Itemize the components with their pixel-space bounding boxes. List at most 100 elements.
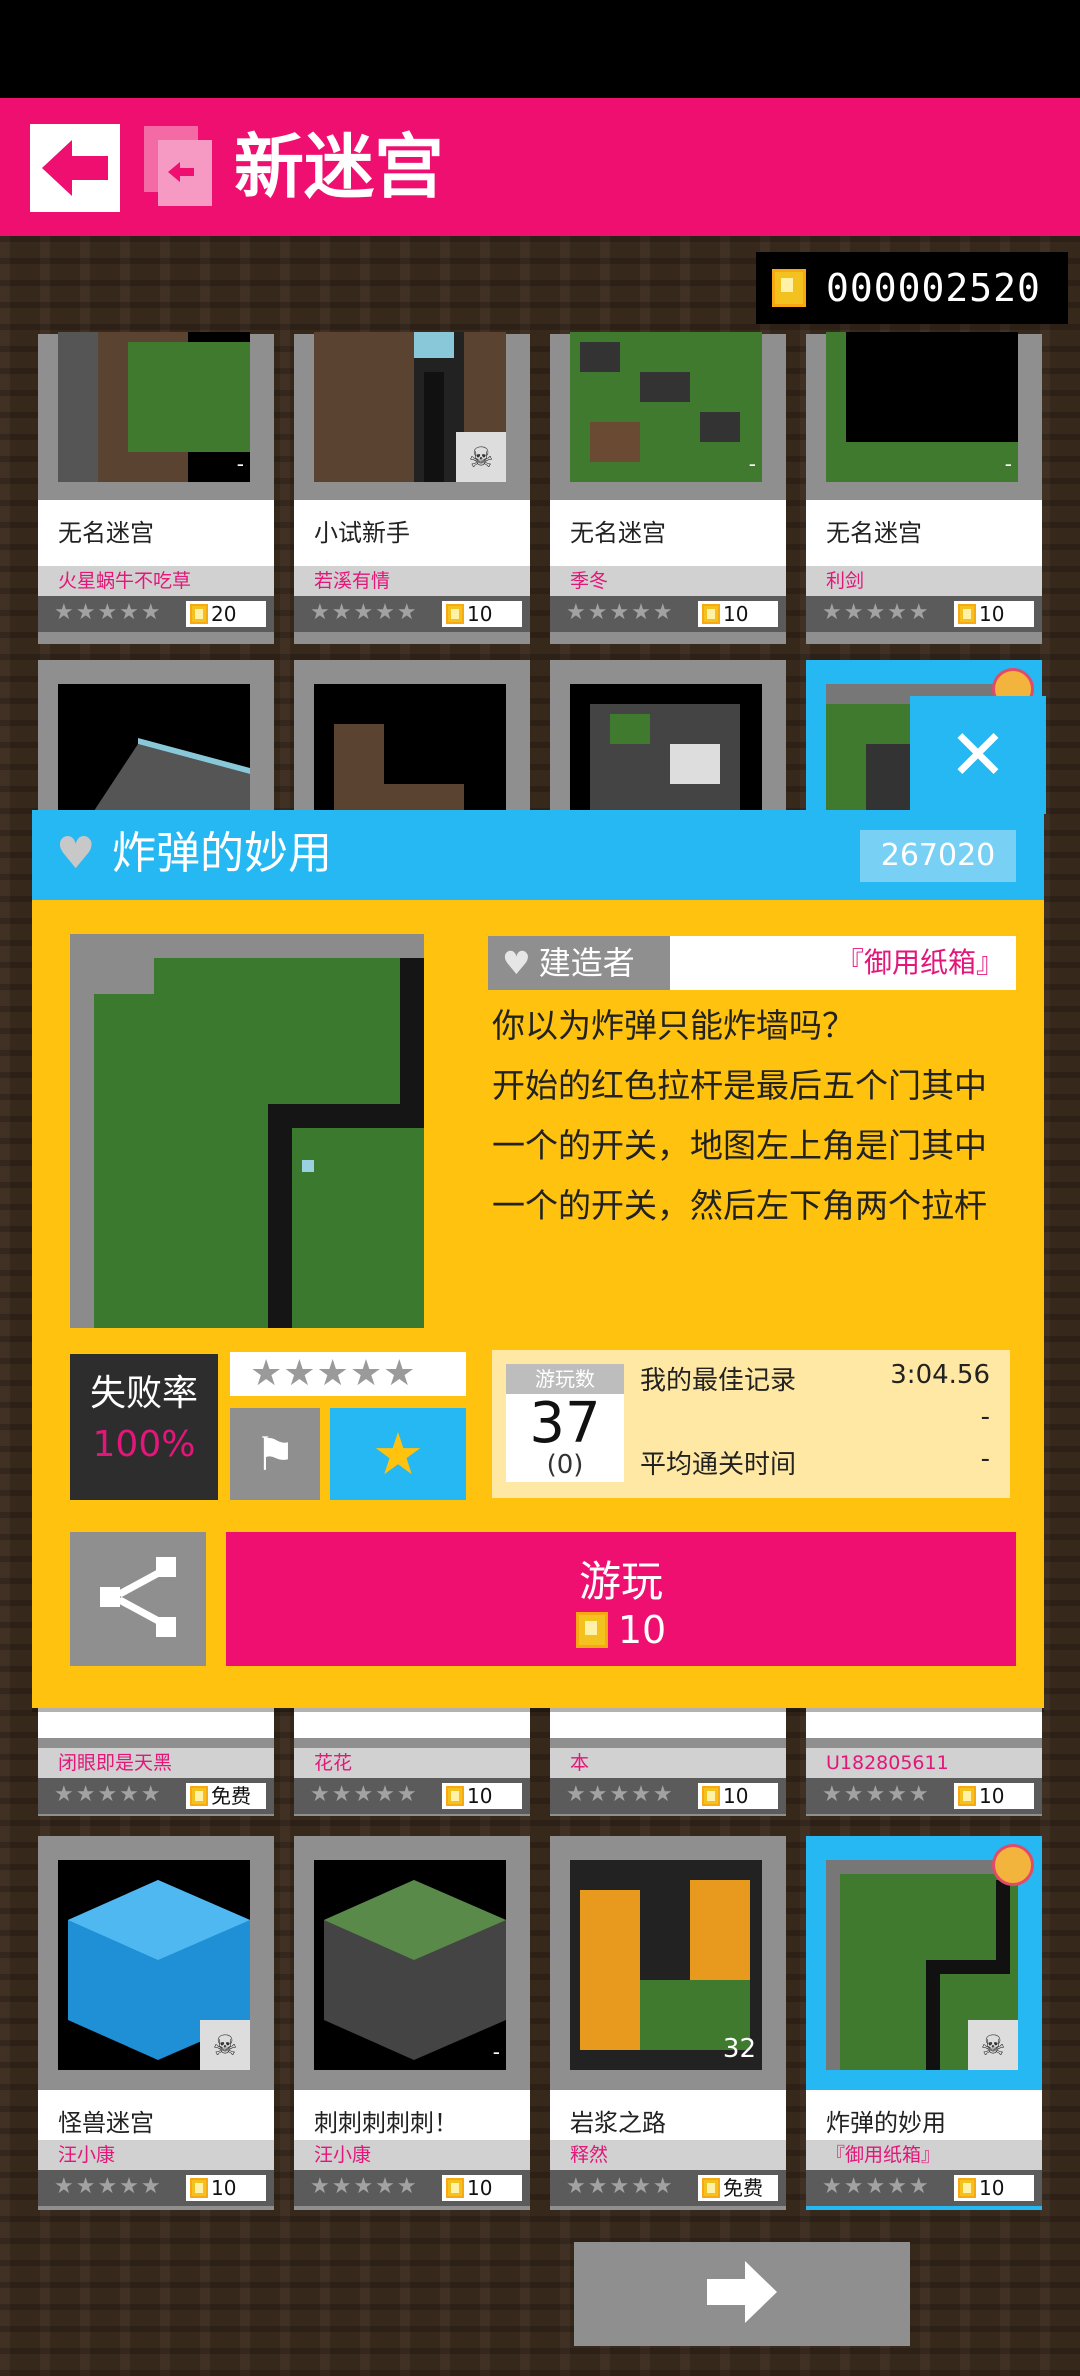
maze-card-footer: ★★★★★ 免费	[38, 1778, 274, 1814]
maze-thumbnail: -	[826, 332, 1018, 482]
maze-card-footer: ★★★★★ 10	[550, 596, 786, 632]
maze-name: 无名迷宫	[550, 500, 786, 566]
rating-stars: ★★★★★	[822, 2174, 931, 2199]
maze-author: 汪小康	[38, 2140, 274, 2170]
maze-card[interactable]: U182805611 ★★★★★ 10	[806, 1700, 1042, 1816]
coin-icon	[190, 604, 208, 624]
maze-thumbnail: ☠	[826, 1860, 1018, 2070]
maze-author: 季冬	[550, 566, 786, 596]
heart-icon: ♥	[502, 944, 531, 982]
coin-balance: 000002520	[756, 252, 1068, 324]
maze-price: 10	[186, 2175, 266, 2201]
maze-price: 免费	[186, 1783, 266, 1809]
maze-card[interactable]	[550, 660, 786, 820]
maze-card[interactable]: - 无名迷宫 火星蜗牛不吃草 ★★★★★ 20	[38, 332, 274, 644]
best-record-label: 我的最佳记录	[640, 1366, 797, 1396]
maze-card-footer: ★★★★★ 10	[294, 2170, 530, 2206]
rating-stars: ★★★★★	[54, 600, 163, 625]
coin-icon	[446, 1786, 464, 1806]
header-bar: 新迷宫	[0, 98, 1080, 236]
builder-row: ♥ 建造者 『御用纸箱』	[488, 936, 1016, 990]
rating-stars: ★★★★★	[822, 600, 931, 625]
share-button[interactable]	[70, 1532, 206, 1666]
rating-stars: ★★★★★	[54, 1782, 163, 1807]
rating-stars: ★★★★★	[310, 600, 419, 625]
maze-author: 汪小康	[294, 2140, 530, 2170]
fail-rate: 失败率 100%	[70, 1354, 218, 1500]
panel-header: ♥ 炸弹的妙用 267020	[32, 810, 1044, 900]
coin-icon	[575, 1612, 608, 1648]
maze-author: U182805611	[806, 1748, 1042, 1778]
maze-card[interactable]: ☠ 怪兽迷宫 汪小康 ★★★★★ 10	[38, 1836, 274, 2210]
close-button[interactable]: ✕	[910, 696, 1046, 814]
coin-icon	[958, 604, 976, 624]
maze-author: 闭眼即是天黑	[38, 1748, 274, 1778]
rating-stars: ★★★★★	[310, 1782, 419, 1807]
play-count: 游玩数 37 (0)	[506, 1364, 624, 1482]
maze-card-footer: ★★★★★ 10	[294, 1778, 530, 1814]
coin-icon	[702, 2178, 720, 2198]
next-page-button[interactable]	[574, 2242, 910, 2346]
play-button[interactable]: 游玩 10	[226, 1532, 1016, 1666]
maze-preview	[70, 934, 424, 1328]
maze-card[interactable]: - 无名迷宫 季冬 ★★★★★ 10	[550, 332, 786, 644]
coin-icon	[446, 604, 464, 624]
maze-price: 免费	[698, 2175, 778, 2201]
maze-price: 10	[442, 1783, 522, 1809]
maze-card[interactable]: 闭眼即是天黑 ★★★★★ 免费	[38, 1700, 274, 1816]
avg-time-value: -	[980, 1444, 990, 1474]
maze-card-footer: ★★★★★ 10	[550, 1778, 786, 1814]
coin-icon	[702, 604, 720, 624]
maze-card[interactable]	[294, 660, 530, 820]
maze-card-footer: ★★★★★ 10	[806, 596, 1042, 632]
favorite-button[interactable]: ★	[330, 1408, 466, 1500]
maze-thumbnail: -	[314, 1860, 506, 2070]
maze-card[interactable]: 32 岩浆之路 释然 ★★★★★ 免费	[550, 1836, 786, 2210]
maze-card[interactable]: - 无名迷宫 利剑 ★★★★★ 10	[806, 332, 1042, 644]
maze-price: 20	[186, 601, 266, 627]
best-record-value: 3:04.56	[890, 1360, 990, 1390]
coin-icon	[772, 269, 806, 307]
coin-icon	[446, 2178, 464, 2198]
page-title: 新迷宫	[234, 126, 444, 208]
rating-stars: ★★★★★	[566, 600, 675, 625]
back-arrow-icon	[42, 140, 108, 196]
skull-icon: ☠	[456, 432, 506, 482]
maze-card[interactable]: - 刺刺刺刺刺！ 汪小康 ★★★★★ 10	[294, 1836, 530, 2210]
coin-icon	[958, 2178, 976, 2198]
builder-label: ♥ 建造者	[488, 936, 670, 990]
skull-icon: ☠	[200, 2020, 250, 2070]
builder-name[interactable]: 『御用纸箱』	[836, 936, 1004, 990]
maze-price: 10	[442, 601, 522, 627]
rating-stars: ★★★★★	[566, 2174, 675, 2199]
avg-time-label: 平均通关时间	[640, 1450, 797, 1480]
maze-author: 若溪有情	[294, 566, 530, 596]
maze-card[interactable]: 本 ★★★★★ 10	[550, 1700, 786, 1816]
maze-card-footer: ★★★★★ 20	[38, 596, 274, 632]
play-stats: 游玩数 37 (0) 我的最佳记录 3:04.56 - 平均通关时间 -	[492, 1350, 1010, 1498]
maze-price: 10	[698, 1783, 778, 1809]
coin-icon	[958, 1786, 976, 1806]
maze-id: 267020	[860, 830, 1016, 882]
maze-price: 10	[954, 601, 1034, 627]
heart-icon[interactable]: ♥	[56, 832, 95, 876]
maze-card-footer: ★★★★★ 10	[294, 596, 530, 632]
maze-name: 小试新手	[294, 500, 530, 566]
arrow-right-icon	[707, 2261, 777, 2327]
maze-card-footer: ★★★★★ 10	[806, 2170, 1042, 2206]
maze-card[interactable]: ☠ 小试新手 若溪有情 ★★★★★ 10	[294, 332, 530, 644]
maze-author: 利剑	[806, 566, 1042, 596]
report-button[interactable]: ⚑	[230, 1408, 320, 1500]
maze-card[interactable]	[38, 660, 274, 820]
maze-thumbnail: 32	[570, 1860, 762, 2070]
coin-icon	[190, 1786, 208, 1806]
maze-description[interactable]: 你以为炸弹只能炸墙吗？ 开始的红色拉杆是最后五个门其中一个的开关，地图左上角是门…	[492, 996, 1012, 1242]
rating-stars[interactable]: ★★★★★	[230, 1352, 466, 1396]
maze-card-selected[interactable]: ☠ 炸弹的妙用 『御用纸箱』 ★★★★★ 10	[806, 1836, 1042, 2210]
flag-icon: ⚑	[254, 1427, 296, 1481]
maze-thumbnail	[58, 684, 250, 820]
maze-card[interactable]: 花花 ★★★★★ 10	[294, 1700, 530, 1816]
back-button[interactable]	[30, 124, 120, 212]
maze-price: 10	[698, 601, 778, 627]
maze-name: 无名迷宫	[38, 500, 274, 566]
